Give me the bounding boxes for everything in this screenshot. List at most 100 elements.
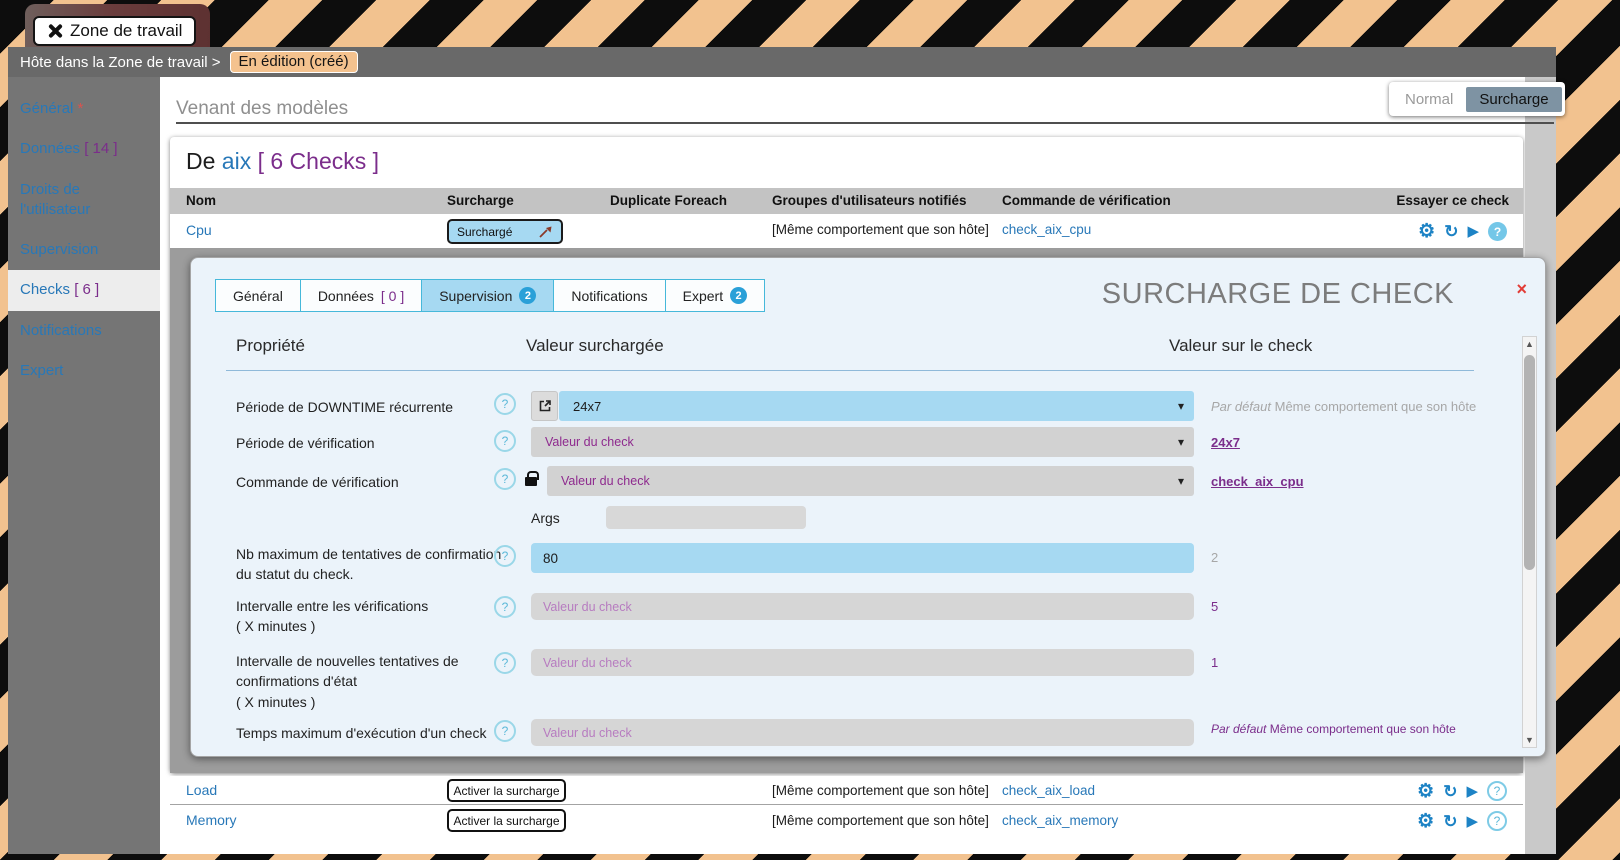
max-attempts-input[interactable] (531, 543, 1194, 573)
table-header-row: Nom Surcharge Duplicate Foreach Groupes … (170, 188, 1523, 214)
col-header-essayer: Essayer ce check (1396, 188, 1509, 214)
help-icon[interactable]: ? (494, 545, 516, 567)
row-actions-memory: ⚙ ↻ ▶ ? (1417, 811, 1507, 831)
play-icon[interactable]: ▶ (1467, 224, 1479, 239)
col-header-nom: Nom (186, 188, 216, 214)
check-link-memory[interactable]: Memory (186, 812, 237, 828)
form-col-property: Propriété (236, 336, 305, 356)
check-value-max-exec: Par défaut Même comportement que son hôt… (1211, 722, 1456, 736)
help-icon[interactable]: ? (494, 652, 516, 674)
count-badge: 2 (730, 287, 747, 304)
surcharge-toggle-button[interactable]: Surchargé (447, 219, 563, 244)
play-icon[interactable]: ▶ (1466, 784, 1478, 799)
toggle-surcharge[interactable]: Surcharge (1466, 87, 1561, 112)
check-value-period-link[interactable]: 24x7 (1211, 435, 1240, 450)
tab-supervision[interactable]: Supervision2 (421, 279, 554, 312)
caret-down-icon: ▾ (1178, 474, 1184, 488)
max-exec-input[interactable] (531, 719, 1194, 746)
activer-surcharge-button-load[interactable]: Activer la surcharge (447, 779, 566, 802)
command-link-memory[interactable]: check_aix_memory (1002, 813, 1118, 828)
scroll-up-icon[interactable]: ▲ (1523, 339, 1536, 349)
run-sync-icon[interactable]: ↻ (1443, 813, 1457, 830)
col-header-groupes: Groupes d'utilisateurs notifiés (772, 188, 967, 214)
run-sync-icon[interactable]: ↻ (1444, 223, 1458, 240)
label-retry-interval: Intervalle de nouvelles tentatives de co… (236, 651, 518, 712)
retry-interval-input[interactable] (531, 649, 1194, 676)
check-link-load[interactable]: Load (186, 782, 217, 798)
help-icon[interactable]: ? (1487, 781, 1507, 801)
gear-icon[interactable]: ⚙ (1417, 812, 1434, 831)
scrollbar-thumb[interactable] (1524, 355, 1535, 570)
check-value-retry-interval: 1 (1211, 655, 1218, 670)
sidebar-item-droits[interactable]: Droits de l'utilisateur (8, 170, 160, 231)
run-sync-icon[interactable]: ↻ (1443, 783, 1457, 800)
label-interval: Intervalle entre les vérifications ( X m… (236, 596, 518, 637)
view-mode-toggle: Normal Surcharge (1389, 82, 1565, 116)
table-row-cpu: Cpu Surchargé [Même comportement que son… (170, 214, 1523, 248)
check-value-command-link[interactable]: check_aix_cpu (1211, 474, 1304, 489)
tab-general[interactable]: Général (215, 279, 301, 312)
col-header-duplicate-foreach: Duplicate Foreach (610, 188, 727, 214)
help-icon[interactable]: ? (1487, 811, 1507, 831)
sidebar-item-supervision[interactable]: Supervision (8, 230, 160, 270)
check-value-max-attempts: 2 (1211, 550, 1218, 565)
caret-down-icon: ▾ (1178, 399, 1184, 413)
table-row-memory: Memory Activer la surcharge [Même compor… (170, 806, 1523, 835)
row-actions-load: ⚙ ↻ ▶ ? (1417, 781, 1507, 801)
label-command: Commande de vérification (236, 472, 518, 492)
workspace-tab-label: Zone de travail (70, 21, 182, 41)
play-icon[interactable]: ▶ (1466, 814, 1478, 829)
help-icon[interactable]: ? (494, 720, 516, 742)
help-icon[interactable]: ? (494, 430, 516, 452)
check-link-cpu[interactable]: Cpu (186, 222, 212, 238)
sidebar: Général * Données [ 14 ] Droits de l'uti… (8, 77, 160, 854)
table-row-load: Load Activer la surcharge [Même comporte… (170, 776, 1523, 805)
command-link-load[interactable]: check_aix_load (1002, 783, 1095, 798)
close-icon[interactable]: × (1516, 280, 1527, 298)
col-header-surcharge: Surcharge (447, 188, 514, 214)
brush-icon (538, 224, 553, 239)
tools-icon (47, 23, 64, 40)
row-actions-cpu: ⚙ ↻ ▶ ? (1418, 222, 1507, 241)
help-icon[interactable]: ? (494, 596, 516, 618)
lock-icon (525, 477, 537, 486)
workspace-tab-container: Zone de travail (25, 4, 210, 47)
command-select[interactable]: Valeur du check ▾ (547, 466, 1194, 496)
external-link-icon[interactable] (531, 391, 558, 421)
breadcrumb-bar: Hôte dans la Zone de travail > En éditio… (8, 47, 1556, 77)
sidebar-item-checks[interactable]: Checks [ 6 ] (8, 270, 160, 310)
sidebar-item-expert[interactable]: Expert (8, 351, 160, 391)
tab-expert[interactable]: Expert2 (665, 279, 765, 312)
check-value-downtime: Par défaut Même comportement que son hôt… (1211, 399, 1476, 414)
tab-notifications[interactable]: Notifications (553, 279, 665, 312)
label-period: Période de vérification (236, 433, 518, 453)
gear-icon[interactable]: ⚙ (1418, 222, 1435, 241)
command-link-cpu[interactable]: check_aix_cpu (1002, 222, 1091, 237)
tab-donnees[interactable]: Données[ 0 ] (300, 279, 422, 312)
workspace-screen: { "workspace_tab": { "label": "Zone de t… (0, 0, 1620, 860)
help-icon[interactable]: ? (494, 393, 516, 415)
args-input[interactable] (606, 506, 806, 529)
sidebar-item-general[interactable]: Général * (8, 89, 160, 129)
section-title: Venant des modèles (176, 98, 348, 120)
notified-groups-value: [Même comportement que son hôte] (772, 813, 989, 828)
form-divider (226, 370, 1474, 371)
model-name-link[interactable]: aix (222, 148, 251, 174)
help-icon[interactable]: ? (494, 468, 516, 490)
section-divider (176, 122, 1554, 124)
scroll-down-icon[interactable]: ▼ (1523, 735, 1536, 745)
gear-icon[interactable]: ⚙ (1417, 782, 1434, 801)
downtime-select[interactable]: 24x7 ▾ (559, 391, 1194, 421)
panel-scrollbar[interactable]: ▲ ▼ (1522, 336, 1537, 748)
panel-tabs: Général Données[ 0 ] Supervision2 Notifi… (216, 279, 765, 312)
sidebar-item-notifications[interactable]: Notifications (8, 311, 160, 351)
interval-input[interactable] (531, 593, 1194, 620)
form-col-check-value: Valeur sur le check (1169, 336, 1312, 356)
help-icon[interactable]: ? (1488, 222, 1507, 241)
workspace-tab[interactable]: Zone de travail (33, 16, 196, 46)
sidebar-item-donnees[interactable]: Données [ 14 ] (8, 129, 160, 169)
panel-title: SURCHARGE DE CHECK (1102, 278, 1454, 311)
toggle-normal[interactable]: Normal (1392, 87, 1466, 112)
activer-surcharge-button-memory[interactable]: Activer la surcharge (447, 809, 566, 832)
period-select[interactable]: Valeur du check ▾ (531, 427, 1194, 457)
